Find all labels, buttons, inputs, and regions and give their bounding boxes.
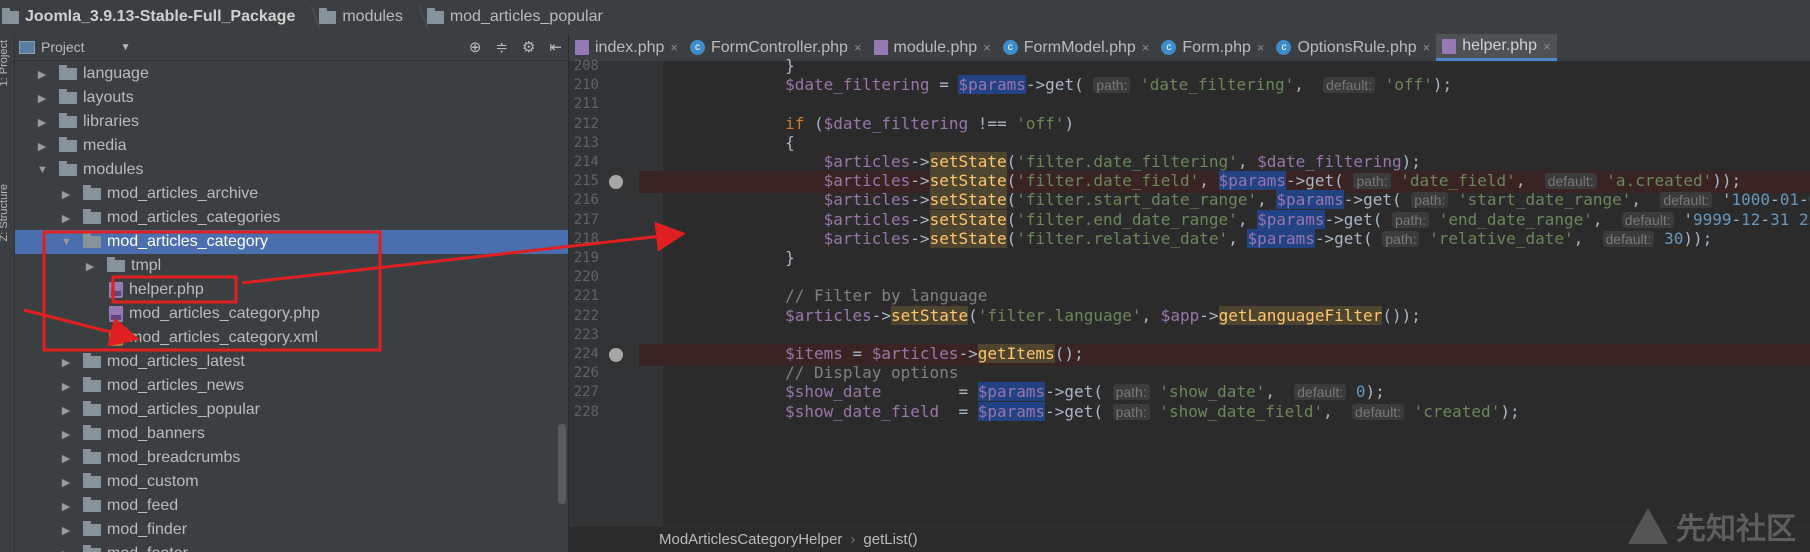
annotation-box-helper <box>111 275 238 304</box>
annotation-arrow-to-code <box>241 221 686 285</box>
annotation-overlay <box>23 221 686 352</box>
annotation-box-folder <box>42 230 382 352</box>
annotation-arrow-to-xml <box>23 308 140 347</box>
